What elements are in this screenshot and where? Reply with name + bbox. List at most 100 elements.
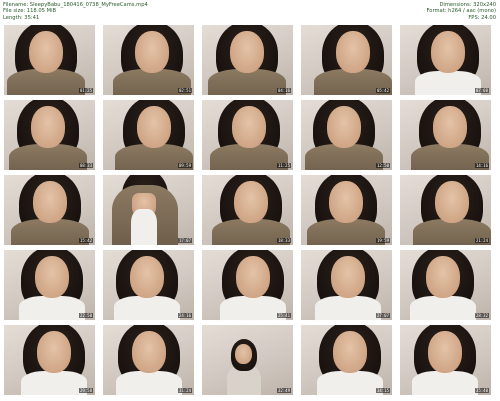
thumbnail[interactable]: 08:33 [3, 99, 96, 171]
figure-face [37, 331, 71, 373]
figure-face [234, 181, 268, 223]
thumbnail-image [301, 325, 392, 395]
thumbnail-timestamp: 05:42 [375, 88, 390, 93]
figure-shirt [415, 71, 481, 95]
figure-shirt [410, 296, 476, 320]
thumbnail[interactable]: 05:42 [300, 24, 393, 96]
thumbnail-timestamp: 31:24 [177, 388, 192, 393]
thumbnail[interactable]: 31:24 [102, 324, 195, 396]
format-value: h264 / aac (mono) [448, 8, 496, 15]
thumbnail[interactable]: 22:50 [3, 249, 96, 321]
thumbnail-image [103, 25, 194, 95]
thumbnail-image [4, 250, 95, 320]
fps-value: 24.00 [481, 14, 496, 21]
thumbnail[interactable]: 09:59 [102, 99, 195, 171]
filename-value: SleepyBabu_180416_0738_MyFreeCams.mp4 [29, 2, 148, 8]
thumbnail-image [400, 25, 491, 95]
figure-sweater [11, 219, 89, 245]
thumbnail-timestamp: 27:07 [375, 313, 390, 318]
thumbnail[interactable]: 07:08 [399, 24, 492, 96]
fps-label: FPS: [468, 14, 480, 21]
thumbnail-image [4, 100, 95, 170]
thumbnail[interactable]: 21:24 [399, 174, 492, 246]
figure-shirt [21, 371, 87, 395]
thumbnail-timestamp: 07:08 [474, 88, 489, 93]
thumbnail-timestamp: 32:49 [276, 388, 291, 393]
thumbnail[interactable]: 24:16 [102, 249, 195, 321]
figure-sweater [307, 219, 385, 245]
thumbnail[interactable]: 29:58 [3, 324, 96, 396]
figure-face [336, 31, 370, 73]
figure-shirt [19, 296, 85, 320]
thumbnail-timestamp: 34:15 [375, 388, 390, 393]
thumbnail[interactable]: 11:25 [201, 99, 294, 171]
thumbnail[interactable]: 17:07 [102, 174, 195, 246]
thumbnail-image [202, 325, 293, 395]
thumbnail-timestamp: 17:07 [177, 238, 192, 243]
figure-face [31, 106, 65, 148]
thumbnail-timestamp: 22:50 [78, 313, 93, 318]
filesize-label: File size: [3, 8, 26, 15]
thumbnail-timestamp: 11:25 [276, 163, 291, 168]
figure-shirt [412, 371, 478, 395]
thumbnail[interactable]: 28:32 [399, 249, 492, 321]
thumbnail[interactable]: 19:59 [300, 174, 393, 246]
thumbnail[interactable]: 18:33 [201, 174, 294, 246]
thumbnail[interactable]: 14:16 [399, 99, 492, 171]
thumbnail-timestamp: 02:51 [177, 88, 192, 93]
thumbnail-timestamp: 24:16 [177, 313, 192, 318]
figure-shirt [131, 209, 157, 245]
thumbnail[interactable]: 02:51 [102, 24, 195, 96]
thumbnail-image [4, 25, 95, 95]
thumbnail[interactable]: 35:40 [399, 324, 492, 396]
thumbnail-timestamp: 25:41 [276, 313, 291, 318]
thumbnail-image [400, 325, 491, 395]
thumbnail-image [400, 175, 491, 245]
thumbnail-image [301, 250, 392, 320]
dimensions-label: Dimensions: [439, 2, 472, 8]
thumbnail-image [103, 250, 194, 320]
figure-face [431, 31, 465, 73]
thumbnail-timestamp: 19:59 [375, 238, 390, 243]
thumbnail-image [202, 25, 293, 95]
thumbnail[interactable]: 04:16 [201, 24, 294, 96]
filename-label: Filename: [3, 2, 29, 8]
thumbnail[interactable]: 32:49 [201, 324, 294, 396]
figure-face [331, 256, 365, 298]
figure-face [327, 106, 361, 148]
thumbnail-image [202, 175, 293, 245]
length-value: 35:41 [24, 14, 40, 21]
fps-row: FPS: 24.00 [426, 15, 496, 21]
thumbnail-image [4, 325, 95, 395]
figure-face [135, 31, 169, 73]
figure-face [426, 256, 460, 298]
figure-face [132, 331, 166, 373]
length-label: Length: [3, 14, 23, 21]
figure-face [428, 331, 462, 373]
thumbnail-timestamp: 21:24 [474, 238, 489, 243]
figure-face [433, 106, 467, 148]
thumbnail[interactable]: 34:15 [300, 324, 393, 396]
file-info-header: Filename: SleepyBabu_180416_0738_MyFreeC… [0, 0, 500, 23]
thumbnail-timestamp: 09:59 [177, 163, 192, 168]
figure-face [35, 256, 69, 298]
length-row: Length: 35:41 [3, 15, 148, 21]
thumbnail-image [103, 100, 194, 170]
thumbnail-image [103, 325, 194, 395]
thumbnail[interactable]: 12:50 [300, 99, 393, 171]
thumbnail-image [301, 25, 392, 95]
figure-face [130, 256, 164, 298]
thumbnail[interactable]: 27:07 [300, 249, 393, 321]
thumbnail[interactable]: 01:25 [3, 24, 96, 96]
figure-face [137, 106, 171, 148]
thumbnail[interactable]: 15:42 [3, 174, 96, 246]
figure-sweater [7, 69, 85, 95]
filesize-value: 118.05 MiB [26, 8, 57, 15]
figure-shirt [315, 296, 381, 320]
thumbnail[interactable]: 25:41 [201, 249, 294, 321]
file-info-right: Dimensions: 320x240 Format: h264 / aac (… [426, 2, 496, 21]
thumbnail-timestamp: 12:50 [375, 163, 390, 168]
thumbnail-image [400, 250, 491, 320]
figure-sweater [208, 69, 286, 95]
thumbnail-grid: 01:25 02:51 04:16 05:42 07:08 08:33 09:59 11:25… [0, 23, 500, 401]
